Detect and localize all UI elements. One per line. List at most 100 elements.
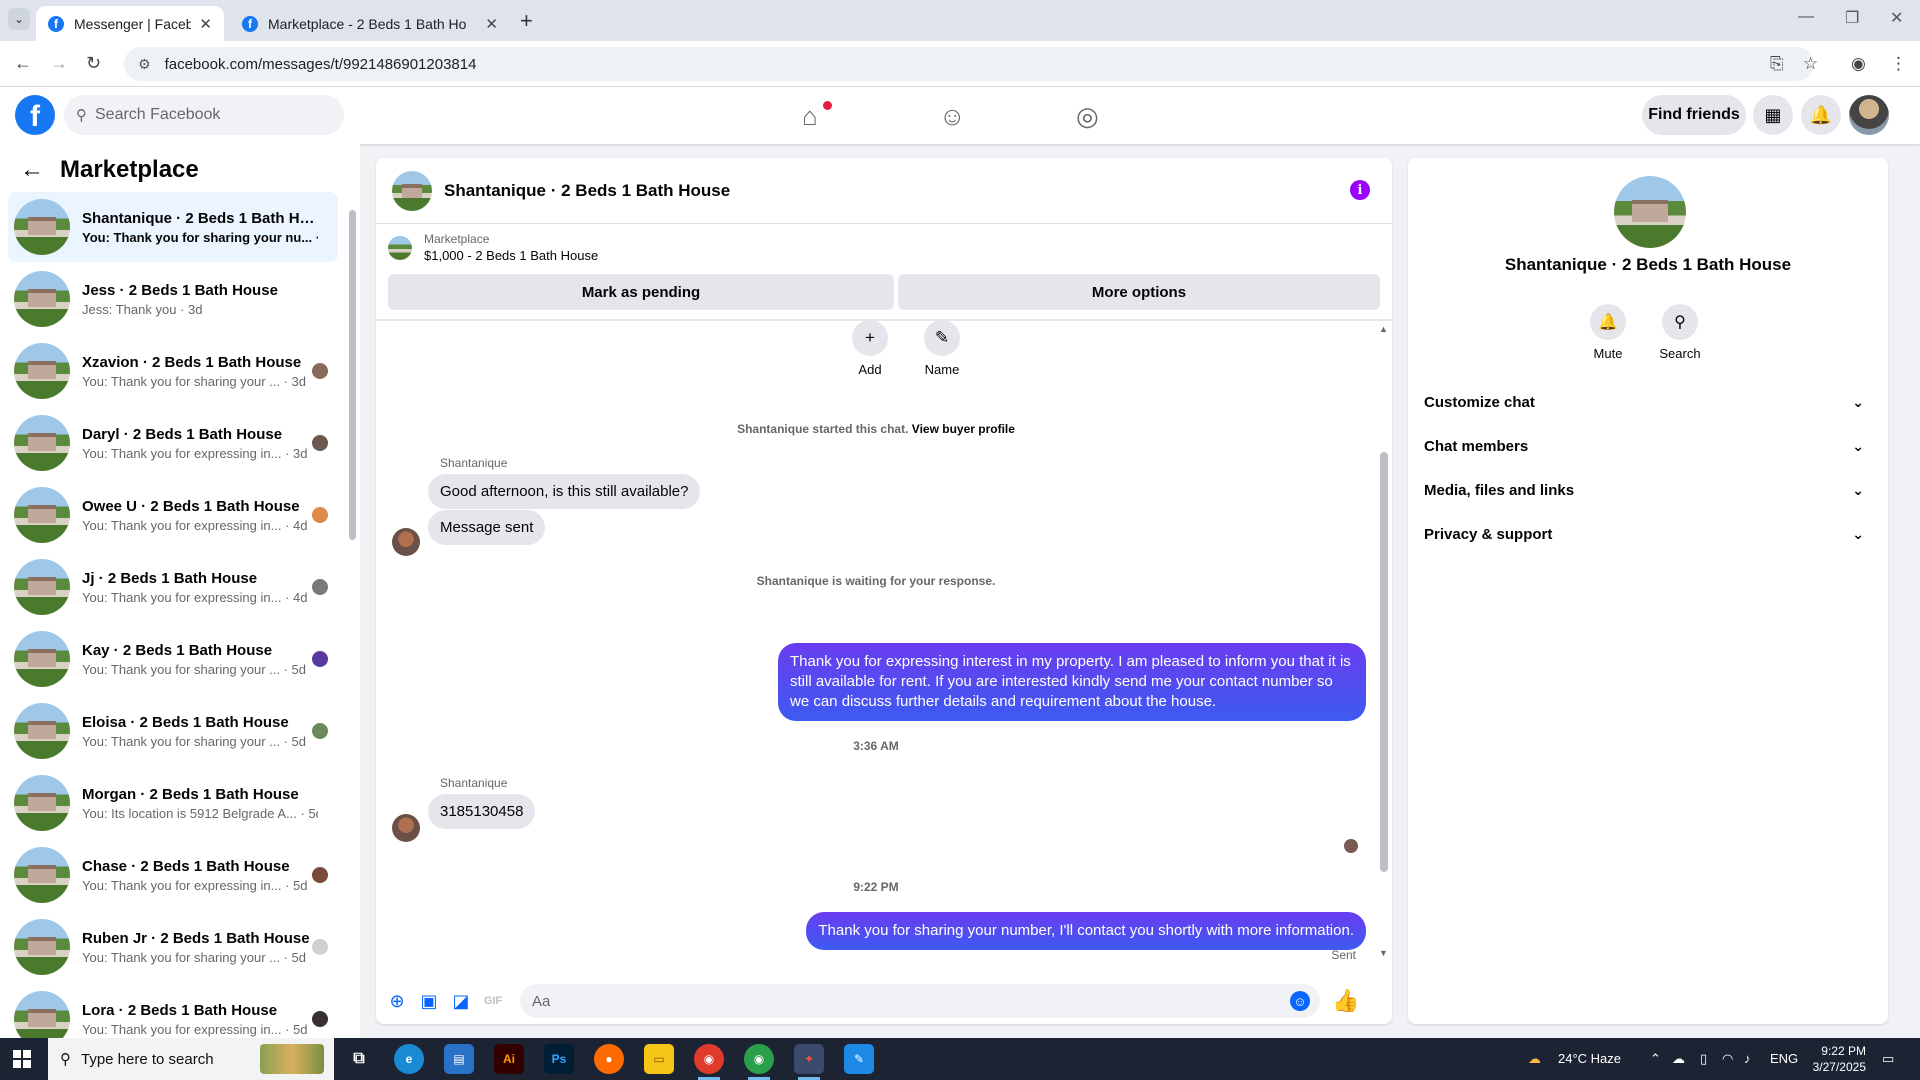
- listing-summary[interactable]: Marketplace $1,000 - 2 Beds 1 Bath House: [388, 232, 598, 263]
- message-input[interactable]: Aa ☺: [520, 984, 1320, 1018]
- account-avatar[interactable]: [1849, 95, 1889, 135]
- system-clock[interactable]: 9:22 PM 3/27/2025: [1800, 1043, 1866, 1075]
- conversation-item[interactable]: Eloisa · 2 Beds 1 Bath House You: Thank y…: [8, 696, 338, 766]
- sender-avatar[interactable]: [392, 528, 420, 556]
- conversation-item[interactable]: Daryl · 2 Beds 1 Bath House You: Thank yo…: [8, 408, 338, 478]
- seen-avatar: [312, 363, 328, 379]
- scroll-up-icon[interactable]: ▲: [1379, 324, 1388, 334]
- weather-text[interactable]: 24°C Haze: [1558, 1051, 1621, 1066]
- sender-avatar[interactable]: [392, 814, 420, 842]
- chat-members-row[interactable]: Chat members ⌄: [1424, 426, 1872, 466]
- facebook-search-input[interactable]: ⚲ Search Facebook: [64, 95, 344, 135]
- install-app-icon[interactable]: ⎘: [1770, 54, 1784, 74]
- chevron-down-icon: ⌄: [1852, 481, 1864, 498]
- gif-icon[interactable]: GIF: [480, 988, 506, 1014]
- media-files-links-row[interactable]: Media, files and links ⌄: [1424, 470, 1872, 510]
- conversation-preview: You: Thank you for expressing in... · 5d: [82, 1021, 308, 1037]
- conversation-item[interactable]: Jj · 2 Beds 1 Bath House You: Thank you f…: [8, 552, 338, 622]
- find-friends-button[interactable]: Find friends: [1642, 95, 1746, 135]
- back-icon[interactable]: ←: [14, 53, 32, 74]
- store-icon[interactable]: ▤: [444, 1044, 474, 1074]
- privacy-support-row[interactable]: Privacy & support ⌄: [1424, 514, 1872, 554]
- tab-marketplace[interactable]: f Marketplace - 2 Beds 1 Bath Ho ✕: [230, 6, 510, 41]
- conversation-item[interactable]: Kay · 2 Beds 1 Bath House You: Thank you …: [8, 624, 338, 694]
- volume-icon[interactable]: ♪: [1744, 1051, 1751, 1066]
- profile-icon[interactable]: ◉: [1851, 54, 1866, 74]
- close-tab-icon[interactable]: ✕: [199, 15, 212, 33]
- conversation-name: Jj · 2 Beds 1 Bath House: [82, 569, 258, 587]
- conversation-item[interactable]: Jess · 2 Beds 1 Bath House Jess: Thank yo…: [8, 264, 338, 334]
- chrome-profile-1-icon[interactable]: ◉: [694, 1044, 724, 1080]
- site-info-icon[interactable]: ⚙: [138, 56, 151, 73]
- conversation-preview: You: Thank you for expressing in... · 3d: [82, 445, 308, 461]
- edge-icon[interactable]: e: [394, 1044, 424, 1074]
- groups-icon[interactable]: ◎: [1076, 101, 1099, 132]
- chrome-profile-2-icon[interactable]: ◉: [744, 1044, 774, 1080]
- chat-scrollbar[interactable]: [1380, 452, 1388, 872]
- scroll-down-icon[interactable]: ▼: [1379, 948, 1388, 958]
- sidebar-scrollbar[interactable]: [349, 210, 356, 540]
- task-view-icon[interactable]: ⧉: [344, 1044, 374, 1074]
- illustrator-icon[interactable]: Ai: [494, 1044, 524, 1074]
- friends-icon[interactable]: ☺: [939, 101, 966, 132]
- more-actions-icon[interactable]: ⊕: [384, 988, 410, 1014]
- facebook-logo-icon[interactable]: f: [15, 95, 55, 135]
- notification-center-icon[interactable]: ▭: [1882, 1051, 1894, 1067]
- view-buyer-profile-link[interactable]: View buyer profile: [912, 422, 1015, 436]
- close-tab-icon[interactable]: ✕: [485, 15, 498, 33]
- language-indicator[interactable]: ENG: [1770, 1051, 1798, 1066]
- taskbar-search-input[interactable]: ⚲ Type here to search: [48, 1038, 334, 1080]
- device-icon[interactable]: ▯: [1700, 1051, 1707, 1067]
- chat-avatar[interactable]: [392, 170, 432, 211]
- forward-icon[interactable]: →: [50, 53, 68, 74]
- add-member-button[interactable]: + Add: [840, 320, 900, 377]
- restore-icon[interactable]: ❐: [1845, 8, 1859, 28]
- conversation-item[interactable]: Ruben Jr · 2 Beds 1 Bath House You: Thank…: [8, 912, 338, 982]
- sticker-icon[interactable]: ◪: [448, 988, 474, 1014]
- notifications-bell-icon[interactable]: 🔔: [1801, 95, 1841, 135]
- attach-image-icon[interactable]: ▣: [416, 988, 442, 1014]
- reload-icon[interactable]: ↻: [86, 53, 101, 74]
- menu-dots-icon[interactable]: ⋮: [1890, 54, 1907, 74]
- minimize-icon[interactable]: —: [1798, 8, 1814, 26]
- conversation-item[interactable]: Xzavion · 2 Beds 1 Bath House You: Thank …: [8, 336, 338, 406]
- thumbs-up-icon[interactable]: 👍: [1332, 988, 1359, 1014]
- bookmark-star-icon[interactable]: ☆: [1803, 54, 1818, 74]
- pinned-app-icon[interactable]: ✦: [794, 1044, 824, 1080]
- customize-chat-row[interactable]: Customize chat ⌄: [1424, 382, 1872, 422]
- close-window-icon[interactable]: ✕: [1890, 8, 1903, 28]
- mute-button[interactable]: 🔔 Mute: [1578, 304, 1638, 361]
- message-composer: ⊕ ▣ ◪ GIF Aa ☺ 👍: [376, 978, 1392, 1024]
- tab-messenger[interactable]: f Messenger | Facebook ✕: [36, 6, 224, 41]
- new-tab-icon[interactable]: +: [520, 8, 533, 34]
- home-icon[interactable]: ⌂: [802, 101, 818, 132]
- search-icon: ⚲: [1662, 304, 1698, 340]
- tab-list-button[interactable]: ⌄: [8, 8, 30, 30]
- back-arrow-icon[interactable]: ←: [20, 156, 44, 184]
- listing-avatar: [14, 775, 70, 831]
- firefox-icon[interactable]: ●: [594, 1044, 624, 1074]
- name-chat-button[interactable]: ✎ Name: [912, 320, 972, 377]
- wifi-icon[interactable]: ◠: [1722, 1051, 1733, 1067]
- conversation-item[interactable]: Morgan · 2 Beds 1 Bath House You: Its loc…: [8, 768, 338, 838]
- seen-avatar: [312, 507, 328, 523]
- url-field[interactable]: ⚙ facebook.com/messages/t/99214869012038…: [124, 47, 1814, 81]
- conversation-item[interactable]: Owee U · 2 Beds 1 Bath House You: Thank y…: [8, 480, 338, 550]
- windows-start-icon[interactable]: [13, 1050, 31, 1068]
- file-explorer-icon[interactable]: ▭: [644, 1044, 674, 1074]
- photoshop-icon[interactable]: Ps: [544, 1044, 574, 1074]
- emoji-icon[interactable]: ☺: [1290, 991, 1310, 1011]
- conversation-item[interactable]: Shantanique · 2 Beds 1 Bath Hou... You: T…: [8, 192, 338, 262]
- onedrive-icon[interactable]: ☁: [1672, 1051, 1685, 1067]
- address-bar: ← → ↻ ⚙ facebook.com/messages/t/99214869…: [0, 41, 1920, 87]
- draw-app-icon[interactable]: ✎: [844, 1044, 874, 1074]
- menu-grid-icon[interactable]: ▦: [1753, 95, 1793, 135]
- more-options-button[interactable]: More options: [898, 274, 1380, 310]
- mark-as-pending-button[interactable]: Mark as pending: [388, 274, 894, 310]
- weather-icon[interactable]: ☁: [1528, 1051, 1541, 1067]
- search-in-chat-button[interactable]: ⚲ Search: [1650, 304, 1710, 361]
- conversation-item[interactable]: Chase · 2 Beds 1 Bath House You: Thank yo…: [8, 840, 338, 910]
- tray-chevron-icon[interactable]: ⌃: [1650, 1051, 1661, 1067]
- chat-title[interactable]: Shantanique · 2 Beds 1 Bath House: [444, 181, 730, 201]
- info-icon[interactable]: i: [1350, 180, 1370, 200]
